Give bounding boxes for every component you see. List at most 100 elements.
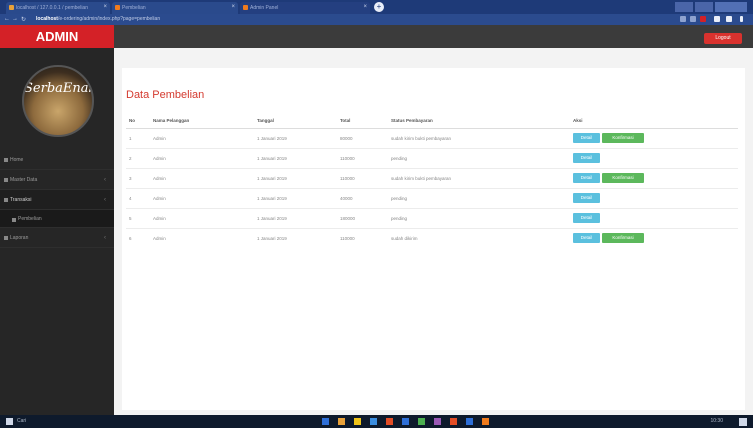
chevron-left-icon: ‹	[104, 197, 106, 203]
new-tab-button[interactable]: +	[374, 2, 384, 12]
cell-status: sudah dikirim	[388, 227, 570, 248]
tray-clock[interactable]: 10:30	[710, 418, 723, 424]
sidebar-item-laporan[interactable]: Laporan ‹	[0, 228, 114, 248]
detail-button[interactable]: Detail	[573, 133, 600, 143]
cell-no: 3	[126, 167, 150, 188]
confirm-button[interactable]: Konfirmasi	[602, 233, 644, 244]
taskbar-app-icon[interactable]	[370, 418, 377, 425]
chevron-left-icon: ‹	[104, 235, 106, 241]
column-header-nama: Nama Pelanggan	[150, 114, 254, 129]
cell-tanggal: 1 Januari 2019	[254, 167, 337, 188]
taskbar-app-icon[interactable]	[322, 418, 329, 425]
cell-total: 110000	[337, 227, 388, 248]
extension-icon[interactable]	[690, 16, 696, 22]
cell-tanggal: 1 Januari 2019	[254, 127, 337, 148]
taskbar-app-icon[interactable]	[482, 418, 489, 425]
browser-tab-1[interactable]: localhost / 127.0.0.1 / pembelian ×	[6, 2, 110, 14]
sidebar-menu: Home Master Data ‹ Transaksi ‹ Pembelian…	[0, 150, 114, 248]
cell-tanggal: 1 Januari 2019	[254, 187, 337, 208]
tab-close-icon[interactable]: ×	[103, 4, 107, 10]
taskbar-app-icon[interactable]	[338, 418, 345, 425]
browser-tab-2[interactable]: Pembelian ×	[112, 2, 238, 14]
logo-text: SerbaEnak	[24, 81, 94, 96]
url-host: localhost	[36, 16, 58, 22]
cell-total: 110000	[337, 167, 388, 188]
extension-icon[interactable]	[726, 16, 732, 22]
cell-no: 1	[126, 127, 150, 148]
tab-favicon-icon	[243, 5, 248, 10]
taskbar-search[interactable]: Cari	[17, 418, 26, 424]
tab-title: localhost / 127.0.0.1 / pembelian	[16, 5, 88, 11]
extension-icon[interactable]	[680, 16, 686, 22]
taskbar-app-icon[interactable]	[434, 418, 441, 425]
tab-close-icon[interactable]: ×	[363, 4, 367, 10]
brand-title[interactable]: ADMIN	[0, 25, 114, 48]
detail-button[interactable]: Detail	[573, 233, 600, 244]
main-content: Data Pembelian No Nama Pelanggan Tanggal…	[114, 48, 753, 415]
sidebar-item-label: Home	[10, 157, 24, 163]
confirm-button[interactable]: Konfirmasi	[602, 133, 644, 143]
sidebar-item-pembelian[interactable]: Pembelian	[0, 210, 114, 228]
page-title: Data Pembelian	[126, 89, 205, 101]
taskbar-app-icon[interactable]	[354, 418, 361, 425]
cell-tanggal: 1 Januari 2019	[254, 147, 337, 168]
taskbar-app-icon[interactable]	[402, 418, 409, 425]
reload-icon[interactable]: ↻	[21, 16, 26, 23]
detail-button[interactable]: Detail	[573, 213, 600, 223]
maximize-window-button[interactable]	[695, 2, 713, 12]
taskbar-app-icon[interactable]	[386, 418, 393, 425]
chevron-left-icon: ‹	[104, 177, 106, 183]
browser-menu-icon[interactable]	[740, 16, 743, 22]
cell-tanggal: 1 Januari 2019	[254, 227, 337, 248]
notification-icon[interactable]	[739, 418, 747, 426]
cell-nama: Admin	[150, 167, 254, 188]
taskbar-app-icon[interactable]	[418, 418, 425, 425]
tab-favicon-icon	[115, 5, 120, 10]
windows-start-icon[interactable]	[6, 418, 13, 425]
cell-tanggal: 1 Januari 2019	[254, 207, 337, 228]
cell-nama: Admin	[150, 147, 254, 168]
minimize-window-button[interactable]	[675, 2, 693, 12]
close-window-button[interactable]	[715, 2, 747, 12]
extension-icon[interactable]	[714, 16, 720, 22]
sidebar-item-transaksi[interactable]: Transaksi ‹	[0, 190, 114, 210]
sidebar-item-label: Transaksi	[10, 197, 32, 203]
table-header-row: No Nama Pelanggan Tanggal Total Status P…	[126, 114, 738, 129]
cell-no: 4	[126, 187, 150, 208]
cell-no: 6	[126, 227, 150, 248]
column-header-status: Status Pembayaran	[388, 114, 570, 129]
cell-actions: Detail	[570, 147, 738, 168]
sidebar-item-master-data[interactable]: Master Data ‹	[0, 170, 114, 190]
sidebar-item-home[interactable]: Home	[0, 150, 114, 170]
cell-status: sudah kirim bukti pembayaran	[388, 127, 570, 148]
column-header-total: Total	[337, 114, 388, 129]
back-icon[interactable]: ←	[4, 16, 10, 22]
cell-nama: Admin	[150, 227, 254, 248]
cell-actions: Detail Konfirmasi	[570, 127, 738, 148]
extension-icon[interactable]	[700, 16, 706, 22]
tab-title: Admin Panel	[250, 5, 279, 11]
cell-nama: Admin	[150, 207, 254, 228]
sidebar: SerbaEnak Home Master Data ‹ Transaksi ‹…	[0, 48, 114, 415]
cell-actions: Detail	[570, 187, 738, 208]
detail-button[interactable]: Detail	[573, 193, 600, 203]
list-icon	[4, 198, 8, 202]
detail-button[interactable]: Detail	[573, 153, 600, 163]
url-field[interactable]: localhost/e-ordering/admin/index.php?pag…	[36, 16, 236, 23]
browser-tab-3[interactable]: Admin Panel ×	[240, 2, 370, 14]
logout-button[interactable]: Logout	[704, 33, 742, 44]
forward-icon[interactable]: →	[12, 16, 18, 22]
home-icon	[4, 158, 8, 162]
cell-actions: Detail Konfirmasi	[570, 227, 738, 248]
os-taskbar: Cari 10:30	[0, 415, 753, 428]
cell-nama: Admin	[150, 187, 254, 208]
taskbar-app-icon[interactable]	[450, 418, 457, 425]
confirm-button[interactable]: Konfirmasi	[602, 173, 644, 183]
cell-status: pending	[388, 147, 570, 168]
circle-icon	[12, 218, 16, 222]
database-icon	[4, 178, 8, 182]
table-row: 3 Admin 1 Januari 2019 110000 sudah kiri…	[126, 167, 738, 188]
detail-button[interactable]: Detail	[573, 173, 600, 183]
tab-close-icon[interactable]: ×	[231, 4, 235, 10]
taskbar-app-icon[interactable]	[466, 418, 473, 425]
